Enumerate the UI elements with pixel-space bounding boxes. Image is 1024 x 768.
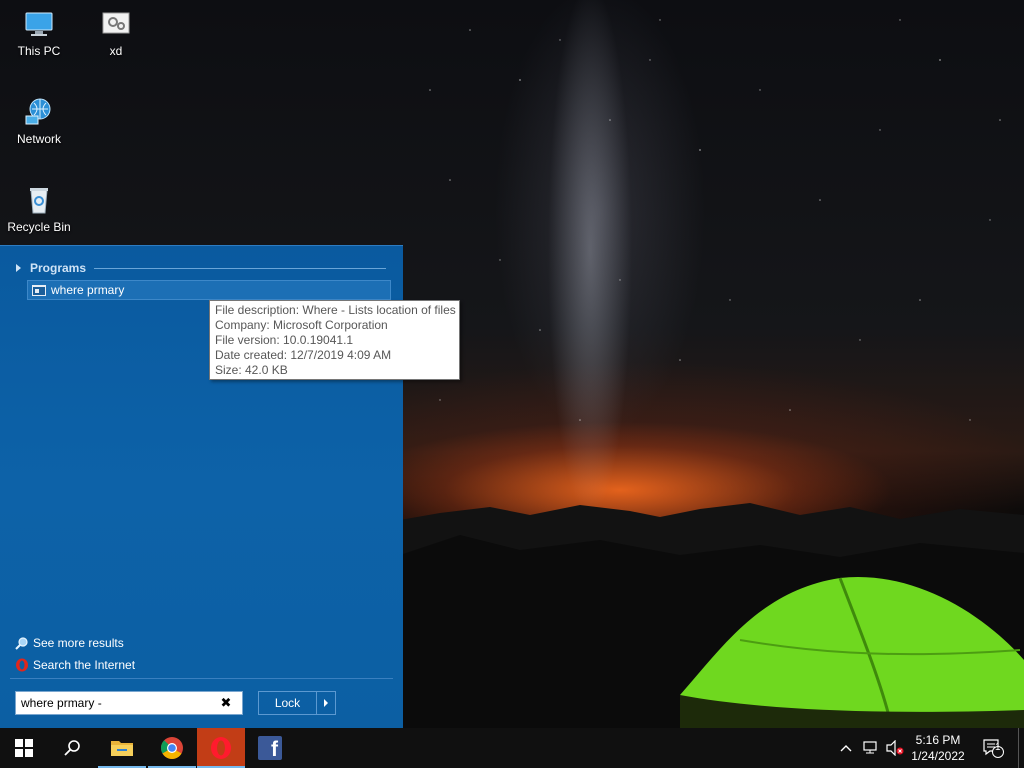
search-result-label: where prmary [51,283,125,297]
action-center-button[interactable]: 1 [978,728,1008,768]
power-options-arrow[interactable] [317,692,335,714]
see-more-results-label: See more results [33,636,124,650]
green-tent [680,576,1024,728]
chevron-right-icon [324,699,328,707]
notification-count: 1 [995,742,1001,753]
opera-button[interactable] [197,728,245,768]
start-button[interactable] [0,728,48,768]
chevron-up-icon [840,745,852,752]
tooltip-company: Company: Microsoft Corporation [215,318,388,332]
folder-icon [111,741,133,756]
search-result-where-prmary[interactable]: where prmary [27,280,391,300]
desktop-icon-this-pc[interactable]: This PC [1,8,77,58]
opera-icon [16,658,28,672]
clear-search-icon[interactable]: ✖ [216,696,236,711]
opera-icon [211,737,231,759]
volume-muted-icon [886,740,904,756]
network-icon [25,98,51,125]
search-internet-label: Search the Internet [33,658,136,672]
tooltip-file-description: File description: Where - Lists location… [215,303,456,317]
desktop-icon-xd[interactable]: xd [78,8,154,58]
see-more-results-link[interactable]: See more results [15,635,124,651]
search-button[interactable] [48,728,96,768]
settings-shortcut-icon [102,12,130,34]
start-search-box[interactable]: ✖ [15,691,243,715]
facebook-button[interactable]: f [246,728,294,768]
clock-date: 1/24/2022 [911,749,965,763]
show-desktop-button[interactable] [1018,728,1024,768]
clock-time: 5:16 PM [915,733,961,747]
taskbar: f 5:16 PM 1/24/2022 1 [0,728,1024,768]
lock-button[interactable]: Lock [259,692,317,714]
tooltip-date-created: Date created: 12/7/2019 4:09 AM [215,348,392,362]
network-disconnected-icon [863,741,877,754]
start-menu-divider [10,678,393,679]
magnifier-icon [15,637,28,650]
search-internet-link[interactable]: Search the Internet [15,657,135,673]
desktop-icon-label: xd [109,44,123,58]
programs-section-header[interactable]: Programs [16,260,386,276]
tooltip-size: Size: 42.0 KB [215,363,288,377]
programs-header-label: Programs [30,261,87,275]
network-tray-button[interactable] [860,728,882,768]
volume-tray-button[interactable] [884,728,906,768]
desktop-icon-label: Recycle Bin [7,220,71,234]
desktop-icon-recycle-bin[interactable]: Recycle Bin [1,184,77,234]
lock-button-group: Lock [258,691,336,715]
file-explorer-button[interactable] [98,728,146,768]
chrome-icon [161,737,183,759]
start-search-input[interactable] [16,693,216,713]
recycle-bin-icon [30,188,48,214]
tooltip-file-version: File version: 10.0.19041.1 [215,333,354,347]
chrome-button[interactable] [148,728,196,768]
taskbar-clock[interactable]: 5:16 PM 1/24/2022 [905,732,971,764]
show-hidden-icons-button[interactable] [836,728,856,768]
file-info-tooltip: File description: Where - Lists location… [209,300,460,380]
expand-triangle-icon [16,264,21,272]
facebook-icon: f [258,736,282,760]
desktop-icon-network[interactable]: Network [1,96,77,146]
desktop-icon-label: Network [16,132,61,146]
search-icon [64,740,80,756]
windows-logo-icon [15,739,33,757]
section-divider-line [94,267,386,269]
computer-icon [25,12,53,36]
desktop-icon-label: This PC [17,44,61,58]
console-app-icon [32,284,46,296]
